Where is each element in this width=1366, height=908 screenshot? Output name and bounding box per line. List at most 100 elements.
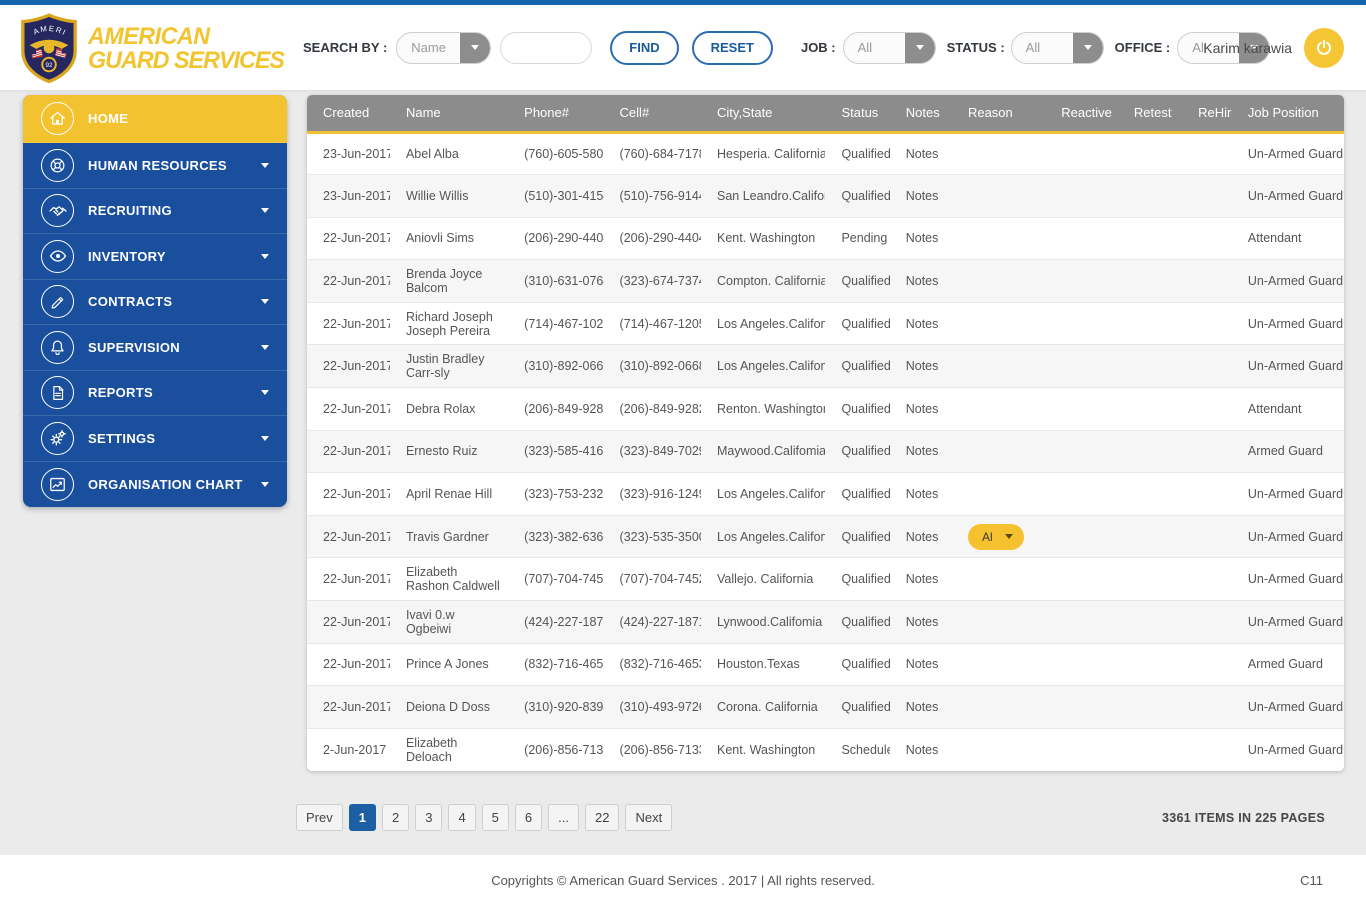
page-button-3[interactable]: 3 bbox=[415, 804, 443, 831]
cell-rehire bbox=[1182, 132, 1232, 176]
brand-name-line2: GUARD SERVICES bbox=[88, 47, 285, 74]
notes-link[interactable]: Notes bbox=[906, 317, 939, 331]
page-button-22[interactable]: 22 bbox=[584, 804, 620, 831]
sidebar-item-settings[interactable]: SETTINGS bbox=[23, 416, 287, 462]
cell-city: Corona. California bbox=[701, 685, 826, 729]
sidebar-item-inventory[interactable]: INVENTORY bbox=[23, 234, 287, 280]
cell-city: Maywood.Califomia bbox=[701, 430, 826, 474]
cell-rehire bbox=[1182, 515, 1232, 559]
status-filter-label: STATUS : bbox=[946, 40, 1005, 55]
notes-link[interactable]: Notes bbox=[906, 189, 939, 203]
sidebar-item-contracts[interactable]: CONTRACTS bbox=[23, 280, 287, 325]
table-header-row: Created Name Phone# Cell# City,State Status No… bbox=[307, 95, 1344, 134]
cell-rehire bbox=[1182, 387, 1232, 431]
notes-link[interactable]: Notes bbox=[906, 359, 939, 373]
cell-cell: (832)-716-4653 bbox=[603, 643, 702, 687]
cell-notes: Notes bbox=[889, 600, 952, 644]
results-table: Created Name Phone# Cell# City,State Status No… bbox=[307, 95, 1344, 771]
top-accent-line bbox=[0, 0, 1366, 5]
cell-status: Qualified bbox=[825, 259, 890, 303]
cell-phone: (760)-605-5808 bbox=[508, 132, 604, 176]
reset-button[interactable]: RESET bbox=[691, 30, 773, 65]
cell-notes: Notes bbox=[889, 387, 952, 431]
cell-reason bbox=[951, 132, 1046, 176]
results-table-card: Created Name Phone# Cell# City,State Status No… bbox=[307, 95, 1344, 771]
notes-link[interactable]: Notes bbox=[906, 402, 939, 416]
column-header-name: Name bbox=[389, 95, 509, 134]
cell-name: Deiona D Doss bbox=[389, 685, 509, 729]
logout-power-button[interactable] bbox=[1304, 27, 1344, 68]
notes-link[interactable]: Notes bbox=[906, 444, 939, 458]
cell-reactive bbox=[1045, 685, 1118, 729]
cell-reason bbox=[952, 728, 1045, 771]
flag-left-icon bbox=[31, 49, 43, 59]
cell-job: Un-Armed Guard bbox=[1247, 742, 1344, 757]
search-by-dd-button[interactable] bbox=[460, 32, 491, 63]
sidebar-item-organisation-chart[interactable]: ORGANISATION CHART bbox=[23, 462, 287, 508]
cell-reactive bbox=[1045, 344, 1118, 389]
cell-city: Kent. Washington bbox=[717, 742, 816, 757]
cell-notes: Notes bbox=[889, 217, 952, 261]
cell-status: Qualified bbox=[825, 472, 890, 516]
notes-link[interactable]: Notes bbox=[906, 572, 939, 586]
page-button-5[interactable]: 5 bbox=[481, 804, 509, 831]
search-by-select[interactable]: Name bbox=[396, 31, 492, 64]
column-header-retest: Retest bbox=[1117, 95, 1183, 134]
cell-reason bbox=[951, 472, 1046, 516]
notes-link[interactable]: Notes bbox=[906, 657, 939, 671]
find-button[interactable]: FIND bbox=[610, 30, 679, 65]
column-header-city-state: City,State bbox=[701, 95, 826, 134]
cell-phone: (707)-704-7452 bbox=[508, 557, 604, 602]
job-filter-dd-button[interactable] bbox=[904, 32, 935, 63]
notes-link[interactable]: Notes bbox=[906, 274, 939, 288]
cell-created: 22-Jun-2017 bbox=[307, 344, 390, 389]
sidebar-item-label: CONTRACTS bbox=[88, 294, 173, 310]
cell-cell: (206)-856-7133 bbox=[619, 742, 702, 757]
chevron-down-icon bbox=[471, 45, 480, 50]
sidebar-item-supervision[interactable]: SUPERVISION bbox=[23, 325, 287, 371]
cell-cell: (323)-916-1249 bbox=[603, 472, 702, 516]
reason-dropdown[interactable]: Al bbox=[967, 523, 1024, 550]
notes-link[interactable]: Notes bbox=[906, 487, 939, 501]
table-row: 22-Jun-2017 Elizabeth Rashon Caldwell (707… bbox=[307, 557, 1344, 602]
cell-cell: (310)-892-0668 bbox=[603, 344, 702, 389]
notes-link[interactable]: Notes bbox=[906, 615, 939, 629]
cell-name: Willie Willis bbox=[389, 174, 509, 218]
next-button[interactable]: Next bbox=[625, 804, 673, 831]
search-input[interactable] bbox=[500, 31, 593, 64]
sidebar-item-recruiting[interactable]: RECRUITING bbox=[23, 189, 287, 234]
search-by-label: SEARCH BY : bbox=[303, 40, 388, 55]
job-filter-select[interactable]: All bbox=[842, 31, 936, 64]
chevron-down-icon bbox=[261, 481, 269, 487]
notes-link[interactable]: Notes bbox=[906, 147, 939, 161]
notes-link[interactable]: Notes bbox=[906, 530, 939, 544]
chart-line-icon bbox=[41, 467, 74, 501]
chevron-down-icon bbox=[261, 208, 269, 214]
sidebar-item-label: HUMAN RESOURCES bbox=[88, 157, 227, 173]
sidebar-item-reports[interactable]: REPORTS bbox=[23, 371, 287, 416]
gears-icon bbox=[41, 421, 74, 455]
sidebar-item-home[interactable]: HOME bbox=[23, 95, 287, 143]
cell-name: Elizabeth Rashon Caldwell bbox=[389, 557, 509, 602]
table-row: 23-Jun-2017 Willie Willis (510)-301-4154 (5… bbox=[307, 174, 1344, 218]
page-button-2[interactable]: 2 bbox=[381, 804, 410, 831]
cell-reactive bbox=[1045, 557, 1118, 602]
cell-phone: (310)-631-0764 bbox=[508, 259, 604, 303]
status-filter-dd-button[interactable] bbox=[1072, 32, 1103, 63]
notes-link[interactable]: Notes bbox=[906, 700, 939, 714]
page-button-1[interactable]: 1 bbox=[348, 804, 376, 831]
cell-job: Un-Armed Guard bbox=[1231, 259, 1344, 303]
copyright-text: Copyrights © American Guard Services . 2… bbox=[491, 873, 875, 888]
page-button-6[interactable]: 6 bbox=[514, 804, 543, 831]
sidebar-item-human-resources[interactable]: HUMAN RESOURCES bbox=[23, 143, 287, 189]
cell-created: 22-Jun-2017 bbox=[307, 515, 390, 559]
status-filter-select[interactable]: All bbox=[1010, 31, 1104, 64]
notes-link[interactable]: Notes bbox=[906, 231, 939, 245]
page-button-4[interactable]: 4 bbox=[448, 804, 476, 831]
notes-link[interactable]: Notes bbox=[906, 743, 939, 757]
prev-button[interactable]: Prev bbox=[296, 804, 343, 831]
cell-retest bbox=[1117, 685, 1183, 729]
app-header: AMERICAN 92 AMERICAN GUARD SERVICES SEAR… bbox=[0, 5, 1366, 90]
cell-city: Lynwood.Califomia bbox=[701, 600, 826, 644]
cell-retest bbox=[1118, 728, 1182, 771]
